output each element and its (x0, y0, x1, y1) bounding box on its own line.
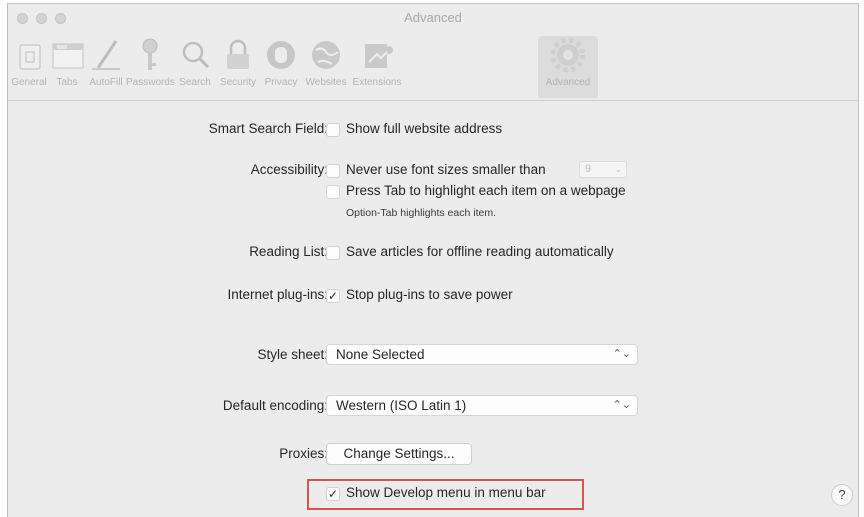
preferences-toolbar: General Tabs AutoFill Passwords Search S… (8, 34, 858, 101)
develop-menu-checkbox[interactable]: ✓ (326, 487, 340, 501)
develop-menu-text: Show Develop menu in menu bar (346, 485, 546, 500)
min-font-size-text: Never use font sizes smaller than (346, 162, 546, 177)
tab-extensions[interactable]: Extensions (350, 36, 404, 98)
offline-reading-text: Save articles for offline reading automa… (346, 244, 614, 259)
min-font-size-select[interactable]: 9 ⌄ (579, 161, 627, 178)
updown-arrows-icon: ⌃⌄ (612, 348, 631, 360)
updown-arrows-icon: ⌃⌄ (612, 399, 631, 411)
tab-advanced[interactable]: Advanced (538, 36, 598, 98)
tab-websites[interactable]: Websites (302, 36, 350, 98)
style-sheet-label: Style sheet: (257, 347, 328, 362)
tabs-icon (52, 43, 84, 69)
tab-autofill[interactable]: AutoFill (86, 36, 126, 98)
tab-extensions-label: Extensions (352, 77, 402, 88)
title-bar: Advanced (8, 4, 858, 34)
zoom-window-button[interactable] (55, 13, 66, 24)
help-button[interactable]: ? (831, 484, 853, 506)
style-sheet-value: None Selected (336, 347, 425, 362)
encoding-select[interactable]: Western (ISO Latin 1) ⌃⌄ (326, 395, 638, 416)
proxies-label: Proxies: (279, 446, 328, 461)
general-switch-icon (19, 44, 41, 70)
chevron-down-icon: ⌄ (614, 164, 622, 174)
min-font-size-value: 9 (585, 163, 592, 175)
window-title: Advanced (404, 10, 462, 25)
show-full-address-text: Show full website address (346, 121, 503, 136)
reading-list-label: Reading List: (249, 244, 328, 259)
tab-autofill-label: AutoFill (89, 77, 123, 88)
tab-privacy-label: Privacy (264, 77, 298, 88)
preferences-window: Advanced General Tabs AutoFill Passwords… (7, 3, 859, 517)
plugins-label: Internet plug-ins: (227, 287, 328, 302)
puzzle-icon (365, 44, 393, 68)
encoding-label: Default encoding: (222, 398, 328, 413)
lock-icon (227, 39, 249, 69)
offline-reading-checkbox[interactable] (326, 246, 340, 260)
window-controls (17, 13, 66, 24)
tab-general[interactable]: General (10, 36, 48, 98)
tab-search-label: Search (179, 77, 211, 88)
change-settings-button[interactable]: Change Settings... (326, 443, 472, 465)
hand-icon (267, 41, 295, 69)
checkmark-icon: ✓ (327, 289, 339, 303)
tab-advanced-label: Advanced (545, 77, 591, 88)
close-window-button[interactable] (17, 13, 28, 24)
pencil-icon (92, 40, 120, 70)
tab-highlight-checkbox[interactable] (326, 185, 340, 199)
magnifier-icon (182, 41, 210, 69)
option-tab-note: Option-Tab highlights each item. (346, 207, 496, 219)
key-icon (142, 38, 158, 70)
tab-passwords[interactable]: Passwords (126, 36, 175, 98)
tab-passwords-label: Passwords (126, 77, 175, 88)
encoding-value: Western (ISO Latin 1) (336, 398, 467, 413)
stop-plugins-text: Stop plug-ins to save power (346, 287, 513, 302)
accessibility-label: Accessibility: (250, 162, 328, 177)
tab-tabs-label: Tabs (56, 77, 78, 88)
minimize-window-button[interactable] (36, 13, 47, 24)
tab-security-label: Security (219, 77, 257, 88)
show-full-address-checkbox[interactable] (326, 123, 340, 137)
tab-search[interactable]: Search (174, 36, 216, 98)
min-font-size-checkbox[interactable] (326, 164, 340, 178)
globe-icon (312, 41, 340, 69)
tab-privacy[interactable]: Privacy (260, 36, 302, 98)
tab-general-label: General (11, 77, 47, 88)
tab-highlight-text: Press Tab to highlight each item on a we… (346, 183, 626, 198)
tab-websites-label: Websites (305, 77, 347, 88)
style-sheet-select[interactable]: None Selected ⌃⌄ (326, 344, 638, 365)
smart-search-label: Smart Search Field: (208, 121, 328, 136)
stop-plugins-checkbox[interactable]: ✓ (326, 289, 340, 303)
gear-icon (550, 37, 586, 73)
tab-tabs[interactable]: Tabs (48, 36, 86, 98)
checkmark-icon: ✓ (327, 487, 339, 501)
tab-security[interactable]: Security (216, 36, 260, 98)
